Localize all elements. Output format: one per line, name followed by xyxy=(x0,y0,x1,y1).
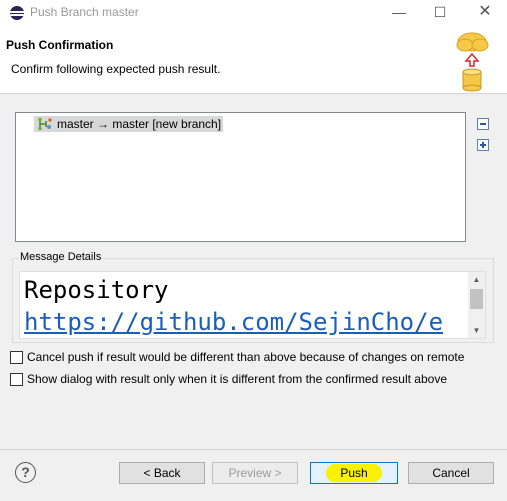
back-button[interactable]: < Back xyxy=(119,462,205,484)
show-only-if-different-option[interactable]: Show dialog with result only when it is … xyxy=(10,372,447,386)
scroll-down-icon[interactable]: ▼ xyxy=(472,326,481,335)
cancel-if-different-option[interactable]: Cancel push if result would be different… xyxy=(10,350,464,364)
branch-update-icon xyxy=(38,117,52,131)
maximize-button[interactable]: ☐ xyxy=(420,0,460,26)
collapse-all-icon[interactable] xyxy=(477,118,489,130)
page-description: Confirm following expected push result. xyxy=(11,62,221,76)
cloud-push-to-database-icon xyxy=(456,32,489,92)
push-results-tree[interactable]: master → master [new branch] xyxy=(15,112,466,242)
expand-all-icon[interactable] xyxy=(477,139,489,151)
result-row-label: master → master [new branch] xyxy=(57,117,222,131)
push-button[interactable]: Push xyxy=(310,462,398,484)
message-details-text[interactable]: Repository https://github.com/SejinCho/e… xyxy=(19,271,486,339)
message-details-legend: Message Details xyxy=(19,251,103,263)
push-button-label: Push xyxy=(326,464,382,482)
repository-url-link[interactable]: https://github.com/SejinCho/e xyxy=(24,308,443,336)
show-only-if-different-checkbox[interactable] xyxy=(10,372,23,386)
preview-button[interactable]: Preview > xyxy=(212,462,298,484)
cancel-if-different-checkbox[interactable] xyxy=(10,350,23,364)
cancel-if-different-label: Cancel push if result would be different… xyxy=(27,350,465,364)
message-scrollbar[interactable]: ▲ ▼ xyxy=(468,272,485,338)
scroll-up-icon[interactable]: ▲ xyxy=(472,275,481,284)
close-button[interactable]: ✕ xyxy=(465,0,505,26)
window-title: Push Branch master xyxy=(30,5,139,19)
wizard-header: Push Confirmation Confirm following expe… xyxy=(0,26,507,94)
minimize-button[interactable]: — xyxy=(379,0,419,26)
help-icon[interactable]: ? xyxy=(15,462,36,483)
title-bar: Push Branch master — ☐ ✕ xyxy=(0,0,507,26)
cancel-button[interactable]: Cancel xyxy=(408,462,494,484)
result-row[interactable]: master → master [new branch] xyxy=(34,116,224,132)
message-details-group: Message Details Repository https://githu… xyxy=(12,251,494,343)
message-repository-label: Repository xyxy=(24,276,169,304)
scrollbar-thumb[interactable] xyxy=(470,289,483,309)
show-only-if-different-label: Show dialog with result only when it is … xyxy=(27,372,447,386)
page-title: Push Confirmation xyxy=(6,38,114,52)
footer-divider xyxy=(0,449,507,450)
eclipse-app-icon xyxy=(10,6,24,20)
